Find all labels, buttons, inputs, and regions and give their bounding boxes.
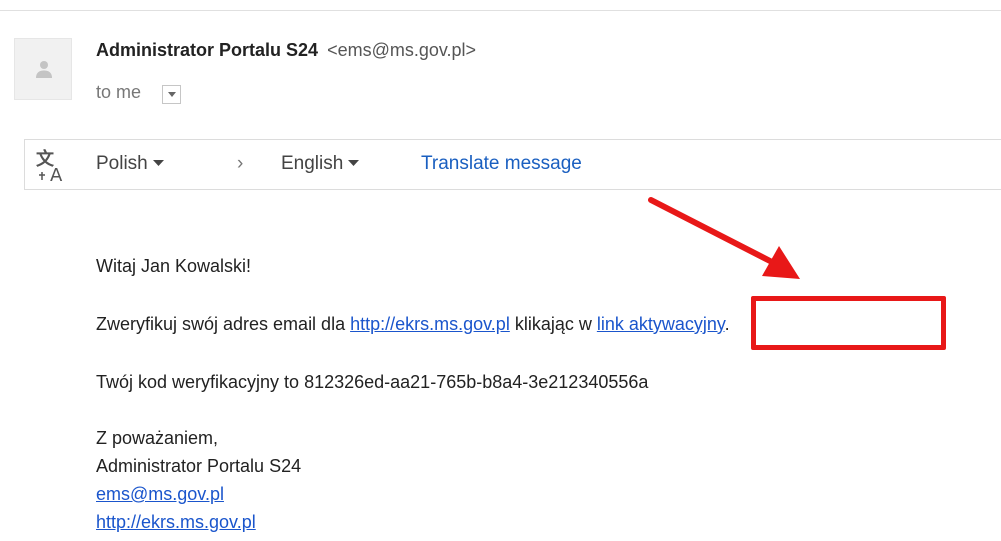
translate-message-link[interactable]: Translate message (421, 153, 582, 175)
translate-bar: 文 A Polish › English Translate message (24, 139, 1001, 190)
email-view: Administrator Portalu S24 <ems@ms.gov.pl… (0, 0, 1001, 541)
sender-email: <ems@ms.gov.pl> (327, 40, 477, 60)
verify-line: Zweryfikuj swój adres email dla http://e… (96, 314, 730, 335)
source-language-label: Polish (96, 153, 148, 174)
chevron-right-icon: › (237, 153, 244, 174)
divider (0, 10, 1001, 11)
caret-down-icon (152, 160, 164, 167)
source-language-select[interactable]: Polish (96, 153, 164, 175)
verify-prefix: Zweryfikuj swój adres email dla (96, 314, 351, 334)
signature-email-link[interactable]: ems@ms.gov.pl (96, 484, 224, 505)
closing: Z poważaniem, (96, 428, 219, 448)
translate-icon: 文 A (36, 148, 63, 184)
avatar[interactable] (14, 38, 72, 100)
annotation-highlight-box (751, 296, 946, 350)
activation-link[interactable]: link aktywacyjny (597, 314, 725, 334)
target-language-label: English (281, 153, 344, 174)
verify-middle: klikając w (509, 314, 597, 334)
signature-name: Administrator Portalu S24 (96, 456, 302, 476)
greeting: Witaj Jan Kowalski! (96, 256, 252, 276)
verify-url-link[interactable]: http://ekrs.ms.gov.pl (350, 314, 510, 334)
recipient-details-toggle[interactable] (162, 85, 181, 104)
person-icon (36, 61, 52, 78)
target-language-select[interactable]: English (281, 153, 360, 175)
chevron-down-icon (168, 92, 176, 97)
svg-text:A: A (50, 165, 63, 184)
caret-down-icon (348, 160, 360, 167)
recipient-label: to me (96, 82, 142, 102)
sender-name[interactable]: Administrator Portalu S24 (96, 40, 318, 60)
signature-url-link[interactable]: http://ekrs.ms.gov.pl (96, 512, 256, 533)
verification-code-line: Twój kod weryfikacyjny to 812326ed-aa21-… (96, 372, 649, 392)
sender: Administrator Portalu S24 <ems@ms.gov.pl… (96, 40, 476, 61)
verify-suffix: . (724, 314, 730, 334)
